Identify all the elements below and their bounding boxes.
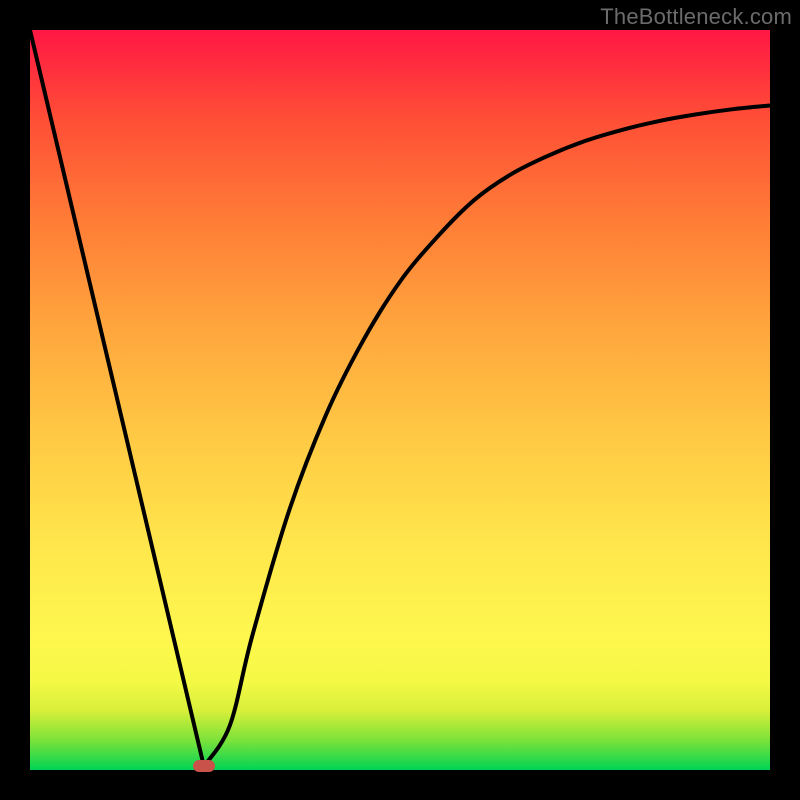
plot-area — [30, 30, 770, 770]
chart-frame: TheBottleneck.com — [0, 0, 800, 800]
watermark-text: TheBottleneck.com — [600, 4, 792, 30]
optimal-point-marker — [193, 760, 215, 772]
bottleneck-curve — [30, 30, 770, 770]
